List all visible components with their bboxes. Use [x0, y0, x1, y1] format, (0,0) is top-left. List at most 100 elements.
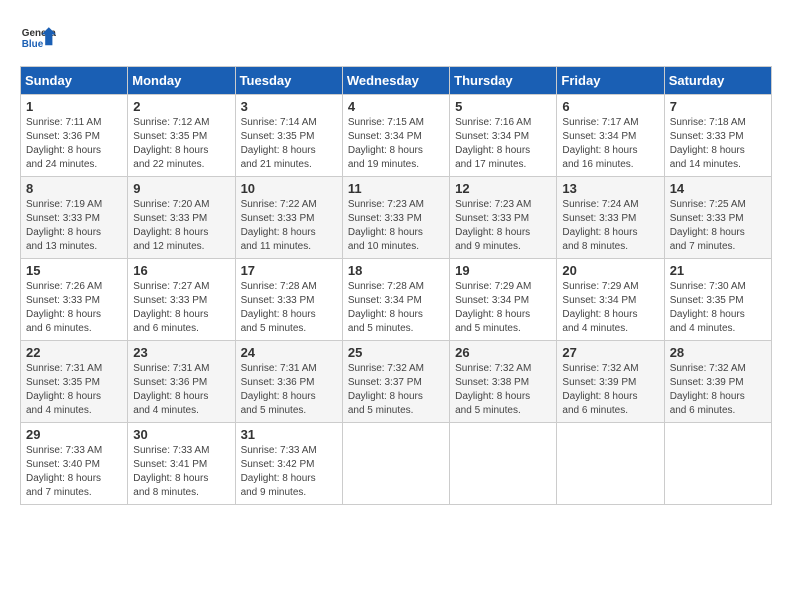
calendar-day-cell: 12 Sunrise: 7:23 AM Sunset: 3:33 PM Dayl…: [450, 177, 557, 259]
day-number: 27: [562, 345, 658, 360]
calendar-day-cell: 7 Sunrise: 7:18 AM Sunset: 3:33 PM Dayli…: [664, 95, 771, 177]
day-info: Sunrise: 7:31 AM Sunset: 3:36 PM Dayligh…: [133, 363, 209, 416]
day-info: Sunrise: 7:27 AM Sunset: 3:33 PM Dayligh…: [133, 281, 209, 334]
calendar-header-row: SundayMondayTuesdayWednesdayThursdayFrid…: [21, 67, 772, 95]
day-info: Sunrise: 7:28 AM Sunset: 3:34 PM Dayligh…: [348, 281, 424, 334]
calendar-body: 1 Sunrise: 7:11 AM Sunset: 3:36 PM Dayli…: [21, 95, 772, 505]
day-number: 8: [26, 181, 122, 196]
calendar-day-cell: 18 Sunrise: 7:28 AM Sunset: 3:34 PM Dayl…: [342, 259, 449, 341]
day-info: Sunrise: 7:32 AM Sunset: 3:37 PM Dayligh…: [348, 363, 424, 416]
day-info: Sunrise: 7:32 AM Sunset: 3:38 PM Dayligh…: [455, 363, 531, 416]
day-header-sunday: Sunday: [21, 67, 128, 95]
day-header-saturday: Saturday: [664, 67, 771, 95]
calendar-day-cell: 2 Sunrise: 7:12 AM Sunset: 3:35 PM Dayli…: [128, 95, 235, 177]
day-number: 22: [26, 345, 122, 360]
calendar-day-cell: 1 Sunrise: 7:11 AM Sunset: 3:36 PM Dayli…: [21, 95, 128, 177]
calendar-table: SundayMondayTuesdayWednesdayThursdayFrid…: [20, 66, 772, 505]
calendar-day-cell: 15 Sunrise: 7:26 AM Sunset: 3:33 PM Dayl…: [21, 259, 128, 341]
day-number: 15: [26, 263, 122, 278]
day-number: 4: [348, 99, 444, 114]
day-info: Sunrise: 7:26 AM Sunset: 3:33 PM Dayligh…: [26, 281, 102, 334]
empty-cell: [557, 423, 664, 505]
calendar-day-cell: 8 Sunrise: 7:19 AM Sunset: 3:33 PM Dayli…: [21, 177, 128, 259]
day-info: Sunrise: 7:18 AM Sunset: 3:33 PM Dayligh…: [670, 117, 746, 170]
calendar-day-cell: 25 Sunrise: 7:32 AM Sunset: 3:37 PM Dayl…: [342, 341, 449, 423]
day-info: Sunrise: 7:29 AM Sunset: 3:34 PM Dayligh…: [455, 281, 531, 334]
day-number: 11: [348, 181, 444, 196]
day-info: Sunrise: 7:29 AM Sunset: 3:34 PM Dayligh…: [562, 281, 638, 334]
day-info: Sunrise: 7:33 AM Sunset: 3:40 PM Dayligh…: [26, 445, 102, 498]
calendar-day-cell: 6 Sunrise: 7:17 AM Sunset: 3:34 PM Dayli…: [557, 95, 664, 177]
day-info: Sunrise: 7:19 AM Sunset: 3:33 PM Dayligh…: [26, 199, 102, 252]
day-info: Sunrise: 7:15 AM Sunset: 3:34 PM Dayligh…: [348, 117, 424, 170]
calendar-day-cell: 11 Sunrise: 7:23 AM Sunset: 3:33 PM Dayl…: [342, 177, 449, 259]
calendar-day-cell: 21 Sunrise: 7:30 AM Sunset: 3:35 PM Dayl…: [664, 259, 771, 341]
calendar-day-cell: 20 Sunrise: 7:29 AM Sunset: 3:34 PM Dayl…: [557, 259, 664, 341]
day-info: Sunrise: 7:32 AM Sunset: 3:39 PM Dayligh…: [562, 363, 638, 416]
day-number: 31: [241, 427, 337, 442]
day-header-tuesday: Tuesday: [235, 67, 342, 95]
day-number: 20: [562, 263, 658, 278]
day-number: 13: [562, 181, 658, 196]
day-info: Sunrise: 7:32 AM Sunset: 3:39 PM Dayligh…: [670, 363, 746, 416]
calendar-week-row: 15 Sunrise: 7:26 AM Sunset: 3:33 PM Dayl…: [21, 259, 772, 341]
empty-cell: [664, 423, 771, 505]
calendar-day-cell: 19 Sunrise: 7:29 AM Sunset: 3:34 PM Dayl…: [450, 259, 557, 341]
calendar-week-row: 22 Sunrise: 7:31 AM Sunset: 3:35 PM Dayl…: [21, 341, 772, 423]
day-info: Sunrise: 7:31 AM Sunset: 3:36 PM Dayligh…: [241, 363, 317, 416]
calendar-day-cell: 23 Sunrise: 7:31 AM Sunset: 3:36 PM Dayl…: [128, 341, 235, 423]
day-info: Sunrise: 7:12 AM Sunset: 3:35 PM Dayligh…: [133, 117, 209, 170]
day-header-wednesday: Wednesday: [342, 67, 449, 95]
day-number: 3: [241, 99, 337, 114]
day-number: 12: [455, 181, 551, 196]
day-number: 18: [348, 263, 444, 278]
empty-cell: [450, 423, 557, 505]
calendar-day-cell: 4 Sunrise: 7:15 AM Sunset: 3:34 PM Dayli…: [342, 95, 449, 177]
day-number: 21: [670, 263, 766, 278]
logo: General Blue: [20, 20, 56, 56]
calendar-day-cell: 26 Sunrise: 7:32 AM Sunset: 3:38 PM Dayl…: [450, 341, 557, 423]
calendar-day-cell: 9 Sunrise: 7:20 AM Sunset: 3:33 PM Dayli…: [128, 177, 235, 259]
calendar-day-cell: 22 Sunrise: 7:31 AM Sunset: 3:35 PM Dayl…: [21, 341, 128, 423]
day-number: 19: [455, 263, 551, 278]
day-header-friday: Friday: [557, 67, 664, 95]
day-info: Sunrise: 7:25 AM Sunset: 3:33 PM Dayligh…: [670, 199, 746, 252]
day-number: 1: [26, 99, 122, 114]
day-info: Sunrise: 7:28 AM Sunset: 3:33 PM Dayligh…: [241, 281, 317, 334]
day-number: 7: [670, 99, 766, 114]
calendar-day-cell: 17 Sunrise: 7:28 AM Sunset: 3:33 PM Dayl…: [235, 259, 342, 341]
day-info: Sunrise: 7:23 AM Sunset: 3:33 PM Dayligh…: [348, 199, 424, 252]
day-number: 17: [241, 263, 337, 278]
calendar-day-cell: 10 Sunrise: 7:22 AM Sunset: 3:33 PM Dayl…: [235, 177, 342, 259]
calendar-day-cell: 31 Sunrise: 7:33 AM Sunset: 3:42 PM Dayl…: [235, 423, 342, 505]
calendar-day-cell: 27 Sunrise: 7:32 AM Sunset: 3:39 PM Dayl…: [557, 341, 664, 423]
calendar-day-cell: 28 Sunrise: 7:32 AM Sunset: 3:39 PM Dayl…: [664, 341, 771, 423]
calendar-day-cell: 24 Sunrise: 7:31 AM Sunset: 3:36 PM Dayl…: [235, 341, 342, 423]
day-number: 26: [455, 345, 551, 360]
day-info: Sunrise: 7:33 AM Sunset: 3:42 PM Dayligh…: [241, 445, 317, 498]
day-info: Sunrise: 7:11 AM Sunset: 3:36 PM Dayligh…: [26, 117, 101, 170]
day-number: 10: [241, 181, 337, 196]
day-header-monday: Monday: [128, 67, 235, 95]
day-info: Sunrise: 7:24 AM Sunset: 3:33 PM Dayligh…: [562, 199, 638, 252]
day-number: 9: [133, 181, 229, 196]
day-number: 16: [133, 263, 229, 278]
day-number: 6: [562, 99, 658, 114]
calendar-week-row: 29 Sunrise: 7:33 AM Sunset: 3:40 PM Dayl…: [21, 423, 772, 505]
day-info: Sunrise: 7:23 AM Sunset: 3:33 PM Dayligh…: [455, 199, 531, 252]
day-info: Sunrise: 7:16 AM Sunset: 3:34 PM Dayligh…: [455, 117, 531, 170]
day-info: Sunrise: 7:14 AM Sunset: 3:35 PM Dayligh…: [241, 117, 317, 170]
calendar-week-row: 8 Sunrise: 7:19 AM Sunset: 3:33 PM Dayli…: [21, 177, 772, 259]
day-number: 23: [133, 345, 229, 360]
calendar-day-cell: 14 Sunrise: 7:25 AM Sunset: 3:33 PM Dayl…: [664, 177, 771, 259]
day-number: 25: [348, 345, 444, 360]
day-info: Sunrise: 7:20 AM Sunset: 3:33 PM Dayligh…: [133, 199, 209, 252]
calendar-day-cell: 3 Sunrise: 7:14 AM Sunset: 3:35 PM Dayli…: [235, 95, 342, 177]
day-number: 2: [133, 99, 229, 114]
calendar-day-cell: 29 Sunrise: 7:33 AM Sunset: 3:40 PM Dayl…: [21, 423, 128, 505]
calendar-day-cell: 30 Sunrise: 7:33 AM Sunset: 3:41 PM Dayl…: [128, 423, 235, 505]
day-info: Sunrise: 7:17 AM Sunset: 3:34 PM Dayligh…: [562, 117, 638, 170]
empty-cell: [342, 423, 449, 505]
day-number: 24: [241, 345, 337, 360]
day-header-thursday: Thursday: [450, 67, 557, 95]
